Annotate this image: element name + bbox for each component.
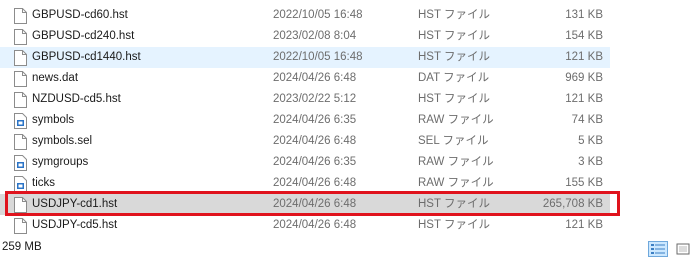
file-size: 3 KB xyxy=(578,156,603,168)
file-date: 2022/10/05 16:48 xyxy=(273,51,363,63)
file-type: HST ファイル xyxy=(418,198,490,210)
file-row-selected[interactable]: USDJPY-cd1.hst 2024/04/26 6:48 HST ファイル … xyxy=(0,194,610,215)
file-list: GBPUSD-cd60.hst 2022/10/05 16:48 HST ファイ… xyxy=(0,0,693,235)
file-size: 155 KB xyxy=(565,177,603,189)
data-file-icon xyxy=(14,155,27,171)
file-type: HST ファイル xyxy=(418,93,490,105)
large-icons-view-button[interactable] xyxy=(673,241,693,257)
blank-file-icon xyxy=(14,197,27,213)
file-name: news.dat xyxy=(32,72,79,84)
file-size: 121 KB xyxy=(565,51,603,63)
file-date: 2024/04/26 6:35 xyxy=(273,156,357,168)
data-file-icon xyxy=(14,176,27,192)
file-row[interactable]: news.dat 2024/04/26 6:48 DAT ファイル 969 KB xyxy=(0,68,610,89)
file-name: GBPUSD-cd240.hst xyxy=(32,30,135,42)
file-type: DAT ファイル xyxy=(418,72,490,84)
file-date: 2024/04/26 6:48 xyxy=(273,177,357,189)
file-row[interactable]: ticks 2024/04/26 6:48 RAW ファイル 155 KB xyxy=(0,173,610,194)
file-date: 2024/04/26 6:48 xyxy=(273,198,357,210)
file-row[interactable]: symbols.sel 2024/04/26 6:48 SEL ファイル 5 K… xyxy=(0,131,610,152)
file-row[interactable]: GBPUSD-cd1440.hst 2022/10/05 16:48 HST フ… xyxy=(0,47,610,68)
file-name: symbols xyxy=(32,114,75,126)
file-name: symbols.sel xyxy=(32,135,93,147)
file-type: HST ファイル xyxy=(418,219,490,231)
blank-file-icon xyxy=(14,134,27,150)
file-type: RAW ファイル xyxy=(418,177,494,189)
file-size: 74 KB xyxy=(571,114,603,126)
file-date: 2022/10/05 16:48 xyxy=(273,9,363,21)
file-row[interactable]: GBPUSD-cd240.hst 2023/02/08 8:04 HST ファイ… xyxy=(0,26,610,47)
file-size: 121 KB xyxy=(565,219,603,231)
file-size: 131 KB xyxy=(565,9,603,21)
file-size: 265,708 KB xyxy=(542,198,603,210)
file-size: 969 KB xyxy=(565,72,603,84)
blank-file-icon xyxy=(14,50,27,66)
file-size: 121 KB xyxy=(565,93,603,105)
details-view-button[interactable] xyxy=(648,241,668,257)
file-date: 2023/02/22 5:12 xyxy=(273,93,357,105)
file-type: HST ファイル xyxy=(418,9,490,21)
details-view-icon xyxy=(651,244,665,254)
file-row[interactable]: USDJPY-cd5.hst 2024/04/26 6:48 HST ファイル … xyxy=(0,215,610,235)
status-bar: 259 MB xyxy=(0,236,693,260)
file-name: ticks xyxy=(32,177,55,189)
file-name: GBPUSD-cd60.hst xyxy=(32,9,128,21)
status-size-text: 259 MB xyxy=(2,241,42,253)
blank-file-icon xyxy=(14,218,27,234)
blank-file-icon xyxy=(14,8,27,24)
file-row[interactable]: symgroups 2024/04/26 6:35 RAW ファイル 3 KB xyxy=(0,152,610,173)
tiles-view-icon xyxy=(676,243,690,255)
vertical-scrollbar[interactable] xyxy=(683,0,693,235)
file-row[interactable]: symbols 2024/04/26 6:35 RAW ファイル 74 KB xyxy=(0,110,610,131)
file-name: USDJPY-cd5.hst xyxy=(32,219,118,231)
file-row[interactable]: GBPUSD-cd60.hst 2022/10/05 16:48 HST ファイ… xyxy=(0,5,610,26)
file-date: 2024/04/26 6:48 xyxy=(273,135,357,147)
blank-file-icon xyxy=(14,71,27,87)
file-date: 2024/04/26 6:35 xyxy=(273,114,357,126)
file-size: 154 KB xyxy=(565,30,603,42)
file-type: RAW ファイル xyxy=(418,156,494,168)
file-size: 5 KB xyxy=(578,135,603,147)
file-type: SEL ファイル xyxy=(418,135,489,147)
file-name: USDJPY-cd1.hst xyxy=(32,198,118,210)
file-name: symgroups xyxy=(32,156,89,168)
file-date: 2024/04/26 6:48 xyxy=(273,72,357,84)
data-file-icon xyxy=(14,113,27,129)
file-name: GBPUSD-cd1440.hst xyxy=(32,51,141,63)
file-type: RAW ファイル xyxy=(418,114,494,126)
blank-file-icon xyxy=(14,92,27,108)
file-row[interactable]: NZDUSD-cd5.hst 2023/02/22 5:12 HST ファイル … xyxy=(0,89,610,110)
file-name: NZDUSD-cd5.hst xyxy=(32,93,121,105)
file-type: HST ファイル xyxy=(418,51,490,63)
file-date: 2024/04/26 6:48 xyxy=(273,219,357,231)
blank-file-icon xyxy=(14,29,27,45)
file-date: 2023/02/08 8:04 xyxy=(273,30,357,42)
file-type: HST ファイル xyxy=(418,30,490,42)
